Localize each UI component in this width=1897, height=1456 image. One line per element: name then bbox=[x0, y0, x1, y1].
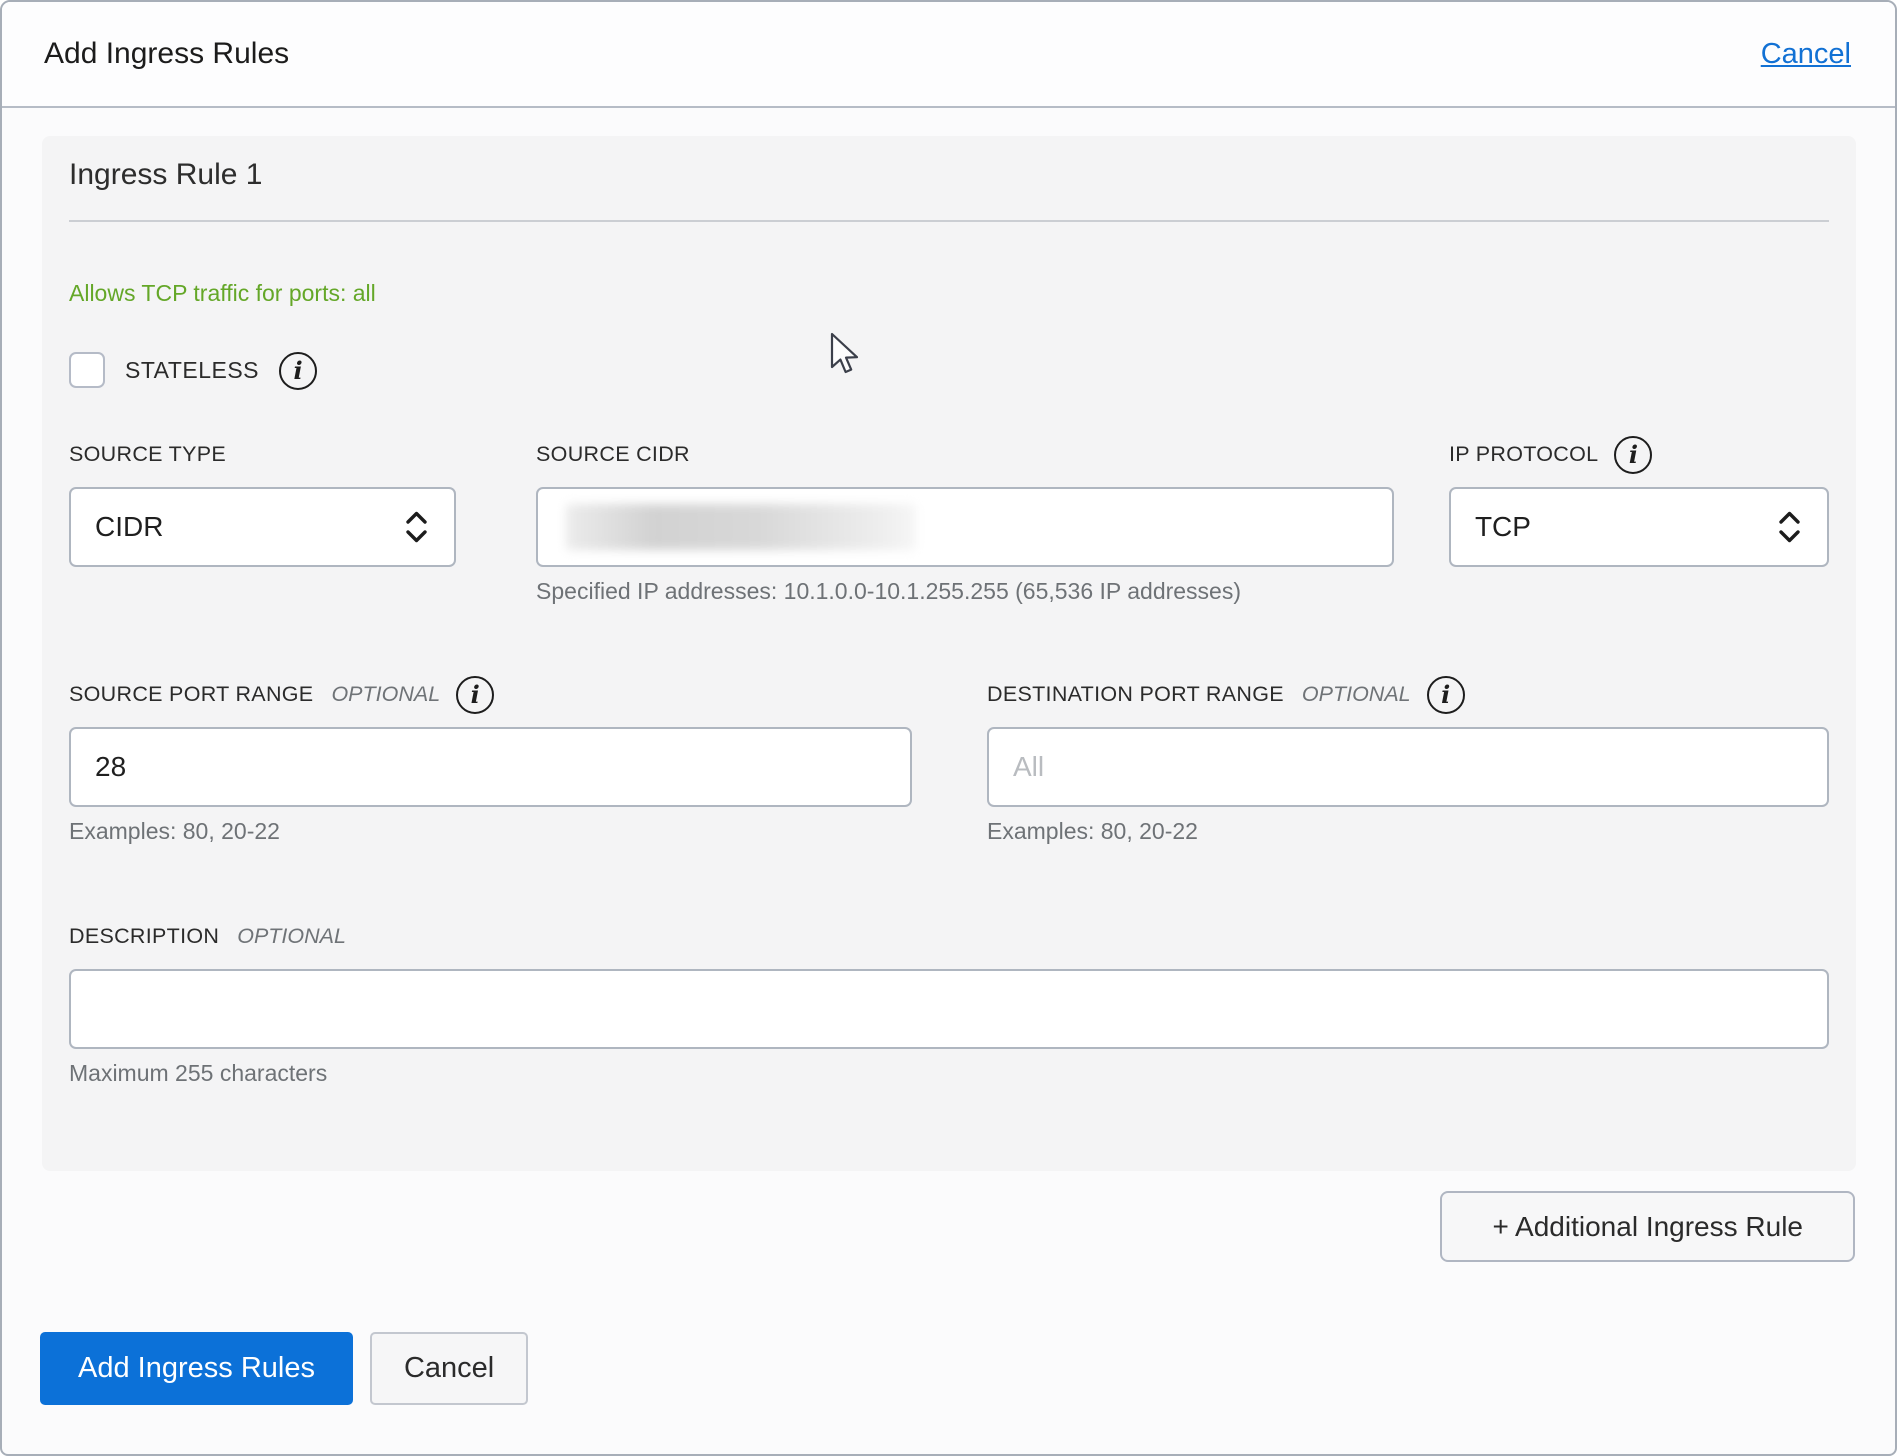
destination-port-optional-label: OPTIONAL bbox=[1301, 681, 1411, 706]
description-helper: Maximum 255 characters bbox=[69, 1060, 328, 1086]
row-source: SOURCE TYPE CIDR SOURCE CIDR Specified I… bbox=[69, 435, 1829, 605]
add-ingress-rules-dialog: Add Ingress Rules Cancel Ingress Rule 1 … bbox=[0, 0, 1897, 1456]
description-label: DESCRIPTION bbox=[69, 923, 220, 948]
chevron-up-down-icon bbox=[406, 511, 427, 543]
destination-port-info-icon[interactable]: i bbox=[1426, 676, 1465, 714]
field-description: DESCRIPTION OPTIONAL Maximum 255 charact… bbox=[69, 917, 1829, 1087]
stateless-checkbox[interactable] bbox=[69, 352, 105, 388]
header-cancel-link[interactable]: Cancel bbox=[1761, 38, 1851, 71]
source-port-input[interactable] bbox=[69, 727, 912, 807]
ip-protocol-select[interactable]: TCP bbox=[1448, 487, 1829, 567]
chevron-up-down-icon bbox=[1779, 511, 1800, 543]
source-type-value: CIDR bbox=[95, 511, 164, 542]
field-destination-port-range: DESTINATION PORT RANGE OPTIONAL i Exampl… bbox=[987, 675, 1829, 845]
cancel-button[interactable]: Cancel bbox=[369, 1332, 529, 1405]
destination-port-input[interactable] bbox=[987, 727, 1829, 807]
source-type-label: SOURCE TYPE bbox=[69, 441, 227, 466]
rule-divider bbox=[69, 220, 1829, 222]
source-port-helper: Examples: 80, 20-22 bbox=[69, 818, 280, 844]
description-input[interactable] bbox=[69, 969, 1829, 1049]
row-ports: SOURCE PORT RANGE OPTIONAL i Examples: 8… bbox=[69, 675, 1829, 845]
destination-port-label: DESTINATION PORT RANGE bbox=[987, 681, 1284, 706]
ip-protocol-value: TCP bbox=[1474, 511, 1531, 542]
field-source-type: SOURCE TYPE CIDR bbox=[69, 435, 457, 605]
stateless-label: STATELESS bbox=[125, 356, 260, 383]
ip-protocol-label: IP PROTOCOL bbox=[1448, 441, 1599, 466]
dialog-header: Add Ingress Rules Cancel bbox=[2, 2, 1895, 108]
redacted-cidr-value bbox=[566, 504, 917, 550]
description-optional-label: OPTIONAL bbox=[237, 923, 346, 948]
field-source-cidr: SOURCE CIDR Specified IP addresses: 10.1… bbox=[536, 435, 1394, 605]
stateless-info-icon[interactable]: i bbox=[279, 352, 318, 390]
ingress-rule-panel: Ingress Rule 1 Allows TCP traffic for po… bbox=[42, 136, 1856, 1171]
destination-port-helper: Examples: 80, 20-22 bbox=[987, 818, 1198, 844]
rule-title: Ingress Rule 1 bbox=[69, 158, 263, 191]
traffic-note: Allows TCP traffic for ports: all bbox=[69, 280, 376, 306]
stateless-row: STATELESS i bbox=[69, 351, 1829, 390]
ip-protocol-info-icon[interactable]: i bbox=[1614, 436, 1653, 474]
source-port-optional-label: OPTIONAL bbox=[331, 681, 441, 706]
source-port-label: SOURCE PORT RANGE bbox=[69, 681, 314, 706]
additional-ingress-rule-button[interactable]: + Additional Ingress Rule bbox=[1440, 1191, 1855, 1262]
source-type-select[interactable]: CIDR bbox=[69, 487, 457, 567]
field-ip-protocol: IP PROTOCOL i TCP bbox=[1448, 435, 1829, 605]
field-source-port-range: SOURCE PORT RANGE OPTIONAL i Examples: 8… bbox=[69, 675, 912, 845]
source-cidr-helper: Specified IP addresses: 10.1.0.0-10.1.25… bbox=[536, 578, 1242, 604]
dialog-title: Add Ingress Rules bbox=[44, 37, 290, 70]
additional-rule-row: + Additional Ingress Rule bbox=[42, 1191, 1855, 1262]
add-ingress-rules-button[interactable]: Add Ingress Rules bbox=[40, 1332, 353, 1405]
dialog-actions: Add Ingress Rules Cancel bbox=[40, 1332, 1895, 1405]
source-port-info-icon[interactable]: i bbox=[456, 676, 495, 714]
source-cidr-label: SOURCE CIDR bbox=[536, 441, 690, 466]
